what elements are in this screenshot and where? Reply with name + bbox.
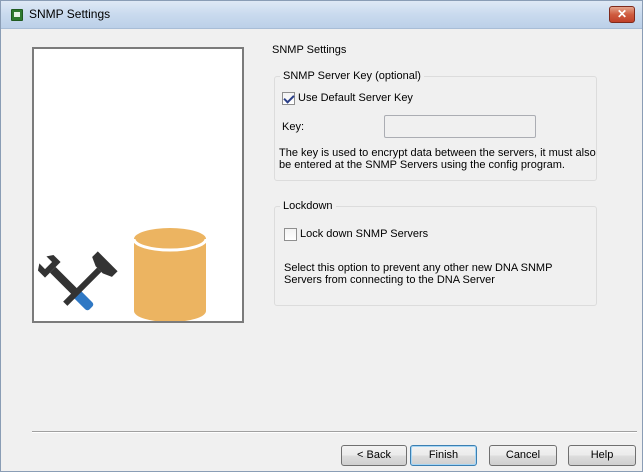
finish-button[interactable]: Finish (410, 445, 477, 466)
use-default-key-label[interactable]: Use Default Server Key (298, 92, 413, 105)
window-title: SNMP Settings (29, 7, 111, 21)
key-label: Key: (282, 121, 305, 133)
lockdown-group: Lockdown (274, 199, 597, 306)
key-input[interactable] (384, 115, 536, 138)
dialog-window: SNMP Settings ✕ SNMP Settings SNMP Serve… (0, 0, 643, 472)
lock-down-label[interactable]: Lock down SNMP Servers (300, 228, 428, 241)
lockdown-legend: Lockdown (280, 199, 336, 213)
back-button[interactable]: < Back (341, 445, 407, 466)
database-cylinder-icon (132, 228, 208, 322)
help-button[interactable]: Help (568, 445, 636, 466)
lockdown-description: Select this option to prevent any other … (284, 262, 553, 286)
server-key-legend: SNMP Server Key (optional) (280, 69, 424, 83)
app-icon (11, 9, 23, 21)
cancel-button[interactable]: Cancel (489, 445, 557, 466)
key-description: The key is used to encrypt data between … (279, 147, 596, 171)
wrench-hammer-icon (37, 251, 118, 311)
use-default-key-checkbox[interactable] (282, 92, 295, 105)
title-bar[interactable]: SNMP Settings ✕ (1, 1, 642, 29)
lock-down-checkbox[interactable] (284, 228, 297, 241)
close-button[interactable]: ✕ (609, 6, 635, 23)
wizard-art (37, 228, 208, 322)
wizard-art-panel (32, 47, 244, 323)
page-title: SNMP Settings (272, 44, 347, 56)
footer-separator (32, 431, 637, 433)
